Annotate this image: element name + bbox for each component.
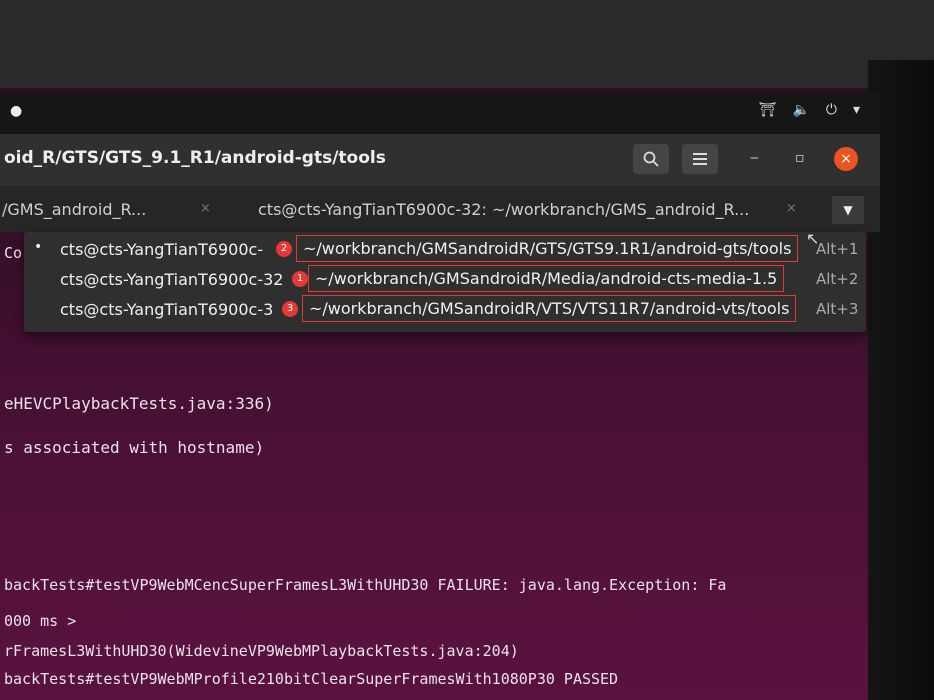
tab-switcher-popup: • cts@cts-YangTianT6900c- 2 ~/workbranch… [24, 232, 866, 332]
tab-switcher-item[interactable]: • cts@cts-YangTianT6900c- 2 ~/workbranch… [24, 234, 866, 264]
host-label: cts@cts-YangTianT6900c-32 [60, 270, 284, 289]
shortcut-label: Alt+2 [816, 270, 859, 288]
tab-menu-button[interactable]: ▼ [832, 196, 864, 224]
tab-2[interactable]: cts@cts-YangTianT6900c-32: ~/workbranch/… [258, 200, 749, 219]
annotation-badge: 1 [292, 271, 308, 287]
menu-button[interactable] [682, 144, 718, 174]
tab-switcher-item[interactable]: cts@cts-YangTianT6900c-3 3 ~/workbranch/… [24, 294, 866, 324]
minimize-button[interactable]: ‒ [750, 150, 759, 166]
shortcut-label: Alt+1 [816, 240, 859, 258]
network-icon[interactable]: ⛩ [759, 102, 777, 118]
annotation-badge: 3 [282, 301, 298, 317]
tab-bar: /GMS_android_R... × cts@cts-YangTianT690… [0, 186, 880, 232]
path-label: ~/workbranch/GMSandroidR/GTS/GTS9.1R1/an… [296, 235, 799, 262]
window-header: oid_R/GTS/GTS_9.1_R1/android-gts/tools ‒… [0, 134, 880, 186]
activity-dot: ● [10, 103, 23, 119]
path-label: ~/workbranch/GMSandroidR/VTS/VTS11R7/and… [302, 295, 797, 322]
maximize-button[interactable]: ▫ [795, 150, 805, 166]
terminal-line: eHEVCPlaybackTests.java:336) [4, 394, 274, 413]
annotation-badge: 2 [276, 241, 292, 257]
terminal-line: backTests#testVP9WebMCencSuperFramesL3Wi… [4, 576, 727, 594]
path-label: ~/workbranch/GMSandroidR/Media/android-c… [308, 265, 785, 292]
system-top-bar: ● ⛩ 🔈 ⏻ ▾ [0, 92, 880, 134]
tab-2-close-icon[interactable]: × [786, 201, 797, 216]
power-icon[interactable]: ⏻ [826, 102, 837, 118]
terminal-line: s associated with hostname) [4, 438, 265, 457]
window-title: oid_R/GTS/GTS_9.1_R1/android-gts/tools [4, 148, 386, 168]
host-label: cts@cts-YangTianT6900c-3 [60, 300, 274, 319]
shortcut-label: Alt+3 [816, 300, 859, 318]
tab-switcher-item[interactable]: cts@cts-YangTianT6900c-32 1 ~/workbranch… [24, 264, 866, 294]
system-tray: ⛩ 🔈 ⏻ ▾ [759, 102, 860, 118]
menu-icon [693, 153, 707, 165]
search-icon [643, 151, 659, 167]
chevron-down-icon[interactable]: ▾ [853, 102, 860, 118]
host-label: cts@cts-YangTianT6900c- [60, 240, 264, 259]
terminal-line: rFramesL3WithUHD30(WidevineVP9WebMPlayba… [4, 642, 519, 660]
terminal-line: 000 ms > [4, 612, 77, 630]
tab-1-close-icon[interactable]: × [200, 201, 211, 216]
mouse-cursor-icon: ↖ [806, 229, 820, 248]
tab-1[interactable]: /GMS_android_R... [2, 200, 146, 219]
terminal-line: backTests#testVP9WebMProfile210bitClearS… [4, 670, 619, 688]
active-indicator: • [34, 239, 43, 255]
search-button[interactable] [633, 144, 669, 174]
close-button[interactable]: × [834, 147, 858, 171]
terminal-line: Co [4, 244, 23, 262]
volume-icon[interactable]: 🔈 [792, 102, 809, 118]
